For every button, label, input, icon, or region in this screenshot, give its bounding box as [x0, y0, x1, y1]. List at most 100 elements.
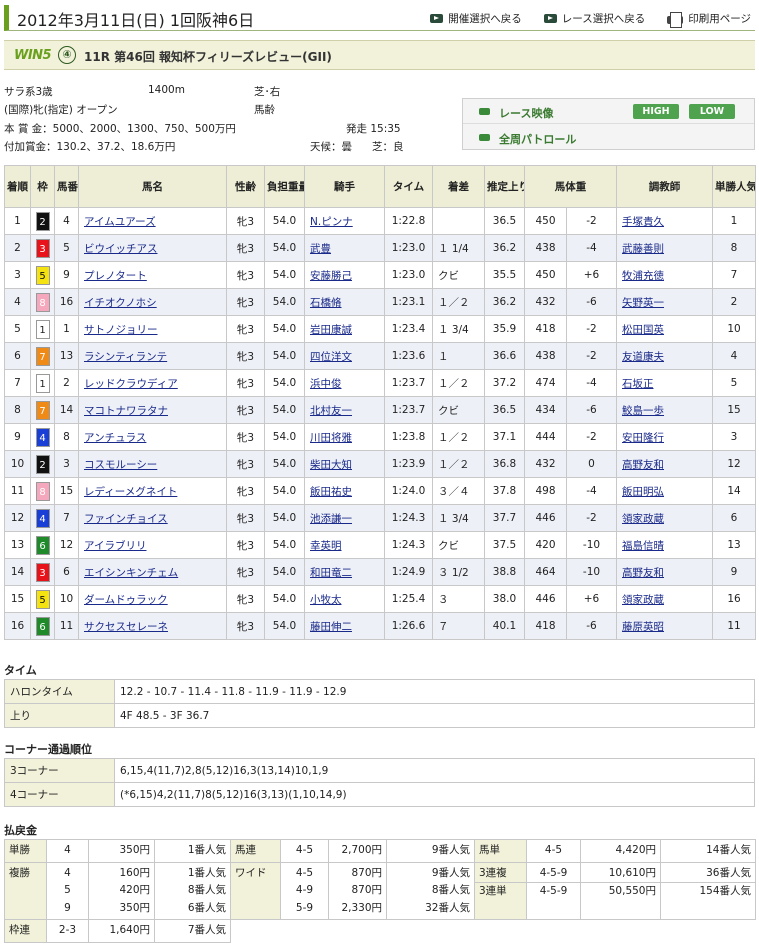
jockey-link[interactable]: 和田竜二: [310, 567, 352, 579]
back-to-race-link[interactable]: レース選択へ戻る: [543, 11, 645, 26]
trainer-link[interactable]: 武藤善則: [622, 243, 664, 255]
patrol-video-link[interactable]: 全周パトロール: [499, 131, 576, 147]
margin: １ 1/4: [432, 234, 485, 262]
jockey-link[interactable]: 幸英明: [310, 540, 342, 552]
margin: ３ 1/2: [432, 558, 485, 586]
margin: １／２: [432, 288, 485, 316]
sex-age: 牝3: [226, 315, 265, 343]
trainer-link[interactable]: 高野友和: [622, 459, 664, 471]
trainer-link[interactable]: 藤原英昭: [622, 621, 664, 633]
trainer-link[interactable]: 領家政蔵: [622, 513, 664, 525]
payout-amount: 420円: [119, 884, 150, 896]
horse-name-link[interactable]: ラシンティランテ: [84, 351, 167, 363]
horse-name-link[interactable]: サクセスセレーネ: [84, 621, 168, 633]
low-quality-button[interactable]: LOW: [689, 104, 735, 119]
sex-age: 牝3: [226, 261, 265, 289]
jockey-link[interactable]: 四位洋文: [310, 351, 352, 363]
margin: [432, 207, 485, 235]
trainer-link[interactable]: 松田国英: [622, 324, 664, 336]
jockey-link[interactable]: 武豊: [310, 243, 331, 255]
trainer-link[interactable]: 福島信晴: [622, 540, 664, 552]
jockey-link[interactable]: 藤田伸二: [310, 621, 352, 633]
last-3f: 38.0: [484, 585, 525, 613]
trainer-link[interactable]: 友道康夫: [622, 351, 664, 363]
payout-popularity: 7番人気: [154, 919, 231, 943]
race-title-bar: WIN5 ④ 11R 第46回 報知杯フィリーズレビュー(GII): [4, 40, 755, 70]
header-links: 開催選択へ戻る レース選択へ戻る 印刷用ページ: [430, 11, 751, 28]
sex-age: 牝3: [226, 207, 265, 235]
horse-name-link[interactable]: コスモルーシー: [84, 459, 157, 471]
horse-name-link[interactable]: ファインチョイス: [84, 513, 168, 525]
horse-name-link[interactable]: マコトナワラタナ: [84, 405, 168, 417]
jockey-link[interactable]: 柴田大知: [310, 459, 352, 471]
horse-name-link[interactable]: エイシンキンチェム: [84, 567, 178, 579]
sex-age: 牝3: [226, 234, 265, 262]
body-weight: 444: [524, 423, 567, 451]
high-quality-button[interactable]: HIGH: [633, 104, 679, 119]
horse-name-link[interactable]: アンチュラス: [84, 432, 146, 444]
horse-name-link[interactable]: ダームドゥラック: [84, 594, 168, 606]
jockey-link[interactable]: 池添謙一: [310, 513, 352, 525]
jockey-link[interactable]: N.ピンナ: [310, 216, 353, 228]
horse-name-link[interactable]: レッドクラウディア: [84, 378, 178, 390]
horse-number: 5: [54, 234, 79, 262]
body-weight-diff: -6: [566, 612, 617, 640]
trainer-link[interactable]: 高野友和: [622, 567, 664, 579]
payout-label: 単勝: [4, 839, 47, 863]
body-weight-diff: -6: [566, 288, 617, 316]
horse-name-link[interactable]: レディーメグネイト: [84, 486, 177, 498]
trainer-link[interactable]: 鮫島一歩: [622, 405, 664, 417]
corner3-value: 6,15,4(11,7)2,8(5,12)16,3(13,14)10,1,9: [114, 758, 755, 783]
payout-popularity: 154番人気: [661, 882, 755, 901]
jockey-link[interactable]: 安藤勝己: [310, 270, 352, 282]
trainer-link[interactable]: 領家政蔵: [622, 594, 664, 606]
payout-amount: 10,610円: [608, 866, 656, 879]
print-page-link[interactable]: 印刷用ページ: [667, 11, 751, 28]
horse-number: 11: [54, 612, 79, 640]
jockey-link[interactable]: 岩田康誠: [310, 324, 352, 336]
payout-number: 4-5: [280, 839, 329, 863]
trainer-link[interactable]: 飯田明弘: [622, 486, 664, 498]
back-to-meeting-link[interactable]: 開催選択へ戻る: [430, 11, 522, 26]
horse-name-link[interactable]: サトノジョリー: [84, 324, 158, 336]
jockey-link[interactable]: 浜中俊: [310, 378, 342, 390]
jockey-link[interactable]: 小牧太: [310, 594, 342, 606]
finish-position: 16: [4, 612, 31, 640]
finish-time: 1:26.6: [384, 612, 433, 640]
trainer-link[interactable]: 安田隆行: [622, 432, 664, 444]
jockey-link[interactable]: 川田将雅: [310, 432, 352, 444]
finish-position: 7: [4, 369, 31, 397]
trainer-link[interactable]: 牧浦充徳: [622, 270, 664, 282]
col-header: 馬体重: [524, 165, 617, 208]
table-row: 6 7 13 ラシンティランテ 牝3 54.0 四位洋文 1:23.6 １ 36.6 438 -2 友道…: [4, 342, 756, 370]
jockey-link[interactable]: 石橋脩: [310, 297, 342, 309]
payout-number: 2-3: [46, 919, 89, 943]
race-video-link[interactable]: レース映像: [499, 105, 553, 121]
horse-name-link[interactable]: アイラブリリ: [84, 540, 146, 552]
horse-name-link[interactable]: プレノタート: [84, 270, 147, 282]
horse-number: 1: [54, 315, 79, 343]
trainer-link[interactable]: 矢野英一: [622, 297, 664, 309]
horse-number: 13: [54, 342, 79, 370]
body-weight: 446: [524, 504, 567, 532]
horse-name-link[interactable]: アイムユアーズ: [84, 216, 156, 228]
finish-position: 9: [4, 423, 31, 451]
horse-name-link[interactable]: ビウイッチアス: [84, 243, 158, 255]
popularity: 8: [712, 234, 756, 262]
horse-number: 4: [54, 207, 79, 235]
col-header: 推定上り: [484, 165, 525, 208]
results-header-row: 着順 枠 馬番 馬名 性齢 負担重量 騎手 タイム 着差 推定上り 馬体重 調教…: [4, 165, 756, 208]
col-header: 調教師: [616, 165, 713, 208]
trainer-link[interactable]: 石坂正: [622, 378, 654, 390]
waku-badge: 4: [35, 427, 50, 447]
carried-weight: 54.0: [264, 531, 305, 559]
payout-number: 4-5-9: [527, 882, 580, 901]
horse-name-link[interactable]: イチオクノホシ: [84, 297, 157, 309]
payout-number: 4-5: [526, 839, 581, 863]
jockey-link[interactable]: 北村友一: [310, 405, 352, 417]
waku-badge: 1: [35, 319, 50, 339]
waku-badge: 8: [35, 292, 50, 312]
jockey-link[interactable]: 飯田祐史: [310, 486, 352, 498]
trainer-link[interactable]: 手塚貴久: [622, 216, 664, 228]
body-weight: 474: [524, 369, 567, 397]
